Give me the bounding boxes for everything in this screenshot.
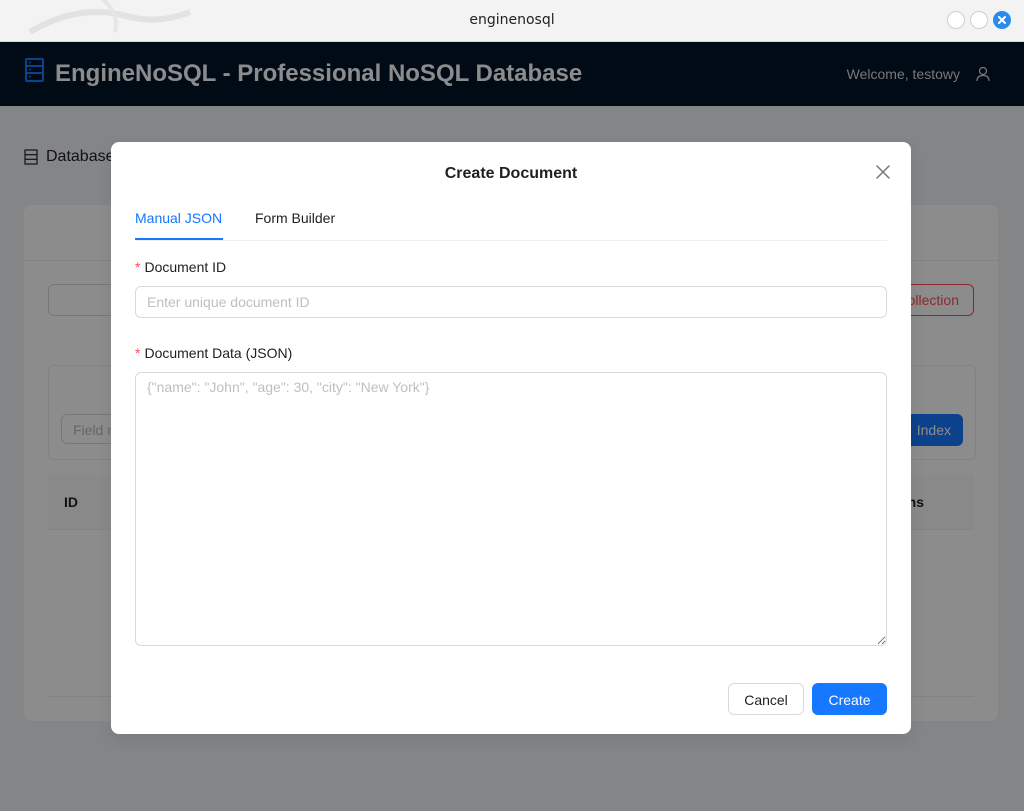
document-id-label-text: Document ID (144, 259, 227, 275)
required-marker: * (135, 345, 141, 361)
tab-bar: Manual JSON Form Builder (135, 207, 887, 241)
modal-title: Create Document (444, 165, 578, 182)
active-tab-indicator (135, 238, 223, 240)
cancel-button[interactable]: Cancel (728, 683, 804, 715)
tab-manual-json[interactable]: Manual JSON (135, 210, 222, 226)
document-id-input[interactable] (135, 286, 887, 318)
window-titlebar: enginenosql (0, 0, 1024, 42)
document-id-label: * Document ID (135, 259, 226, 275)
create-button[interactable]: Create (812, 683, 887, 715)
document-json-textarea[interactable] (135, 372, 887, 646)
maximize-button[interactable] (970, 11, 988, 29)
create-document-modal: Create Document Manual JSON Form Builder… (111, 142, 911, 734)
document-data-label-text: Document Data (JSON) (144, 345, 293, 361)
close-icon (998, 16, 1006, 24)
minimize-button[interactable] (947, 11, 965, 29)
close-icon[interactable] (873, 162, 893, 182)
tab-form-builder[interactable]: Form Builder (255, 210, 335, 226)
document-data-label: * Document Data (JSON) (135, 345, 292, 361)
window-title: enginenosql (469, 12, 555, 28)
required-marker: * (135, 259, 141, 275)
window-close-button[interactable] (993, 11, 1011, 29)
